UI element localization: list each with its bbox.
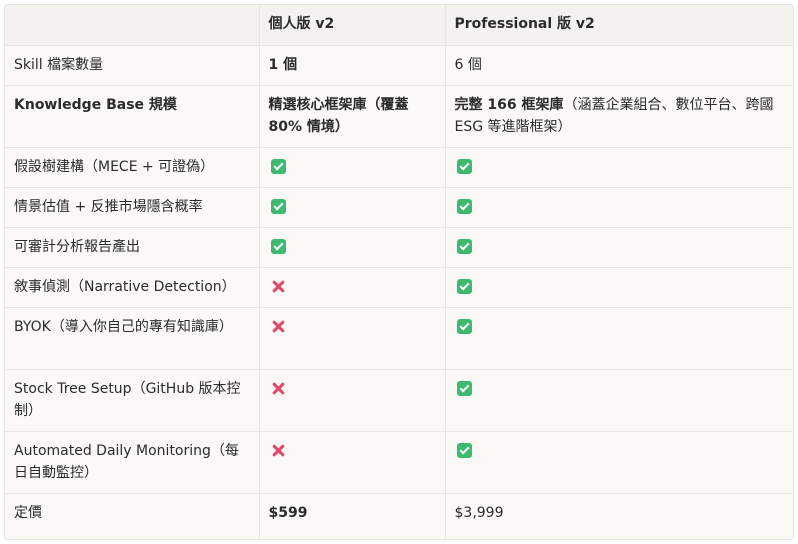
table-header-row: 個人版 v2 Professional 版 v2 <box>5 5 793 46</box>
personal-cell <box>259 267 446 308</box>
feature-cell: Skill 檔案數量 <box>5 45 260 86</box>
professional-cell: 完整 166 框架庫（涵蓋企業組合、數位平台、跨國 ESG 等進階框架） <box>445 85 793 148</box>
feature-cell: 敘事偵測（Narrative Detection） <box>5 267 260 308</box>
price-personal: $599 <box>259 493 446 539</box>
table-row: BYOK（導入你自己的專有知識庫） <box>5 307 793 370</box>
feature-cell: 可審計分析報告產出 <box>5 227 260 268</box>
check-mark-icon <box>456 238 472 254</box>
personal-cell <box>259 307 446 370</box>
professional-cell-bold: 完整 166 框架庫 <box>454 96 564 113</box>
table-row: Automated Daily Monitoring（每日自動監控） <box>5 431 793 494</box>
feature-cell: Automated Daily Monitoring（每日自動監控） <box>5 431 260 494</box>
table-row: Knowledge Base 規模 精選核心框架庫（覆蓋 80% 情境） 完整 … <box>5 85 793 148</box>
header-professional: Professional 版 v2 <box>445 5 793 46</box>
table-row: 敘事偵測（Narrative Detection） <box>5 267 793 308</box>
check-mark-icon <box>456 198 472 214</box>
check-mark-icon <box>456 158 472 174</box>
comparison-table-container: 個人版 v2 Professional 版 v2 Skill 檔案數量 1 個 … <box>4 4 794 540</box>
professional-cell <box>445 307 793 370</box>
table-row: 假設樹建構（MECE + 可證偽） <box>5 147 793 188</box>
feature-cell: Stock Tree Setup（GitHub 版本控制） <box>5 369 260 432</box>
header-feature <box>5 5 260 46</box>
professional-cell <box>445 227 793 268</box>
personal-cell <box>259 369 446 432</box>
table-row: Stock Tree Setup（GitHub 版本控制） <box>5 369 793 432</box>
check-mark-icon <box>270 158 286 174</box>
table-row: 情景估值 + 反推市場隱含概率 <box>5 187 793 228</box>
personal-cell <box>259 431 446 494</box>
feature-cell: BYOK（導入你自己的專有知識庫） <box>5 307 260 370</box>
personal-cell <box>259 187 446 228</box>
check-mark-icon <box>270 238 286 254</box>
comparison-table: 個人版 v2 Professional 版 v2 Skill 檔案數量 1 個 … <box>5 5 793 539</box>
check-mark-icon <box>456 442 472 458</box>
cross-mark-icon <box>271 319 286 334</box>
cross-mark-icon <box>271 443 286 458</box>
personal-cell: 精選核心框架庫（覆蓋 80% 情境） <box>259 85 446 148</box>
check-mark-icon <box>456 318 472 334</box>
table-row: 定價 $599 $3,999 <box>5 493 793 539</box>
professional-cell <box>445 369 793 432</box>
price-professional: $3,999 <box>454 504 504 521</box>
professional-cell <box>445 267 793 308</box>
professional-cell <box>445 187 793 228</box>
personal-cell <box>259 227 446 268</box>
cross-mark-icon <box>271 381 286 396</box>
personal-cell <box>259 147 446 188</box>
professional-cell: 6 個 <box>445 45 793 86</box>
table-row: Skill 檔案數量 1 個 6 個 <box>5 45 793 86</box>
feature-cell: Knowledge Base 規模 <box>5 85 260 148</box>
table-row: 可審計分析報告產出 <box>5 227 793 268</box>
feature-cell: 定價 <box>5 493 260 539</box>
professional-cell <box>445 147 793 188</box>
check-mark-icon <box>456 380 472 396</box>
professional-cell <box>445 431 793 494</box>
feature-cell: 假設樹建構（MECE + 可證偽） <box>5 147 260 188</box>
cross-mark-icon <box>271 279 286 294</box>
check-mark-icon <box>456 278 472 294</box>
check-mark-icon <box>270 198 286 214</box>
header-personal: 個人版 v2 <box>259 5 446 46</box>
feature-cell: 情景估值 + 反推市場隱含概率 <box>5 187 260 228</box>
personal-cell: 1 個 <box>259 45 446 86</box>
